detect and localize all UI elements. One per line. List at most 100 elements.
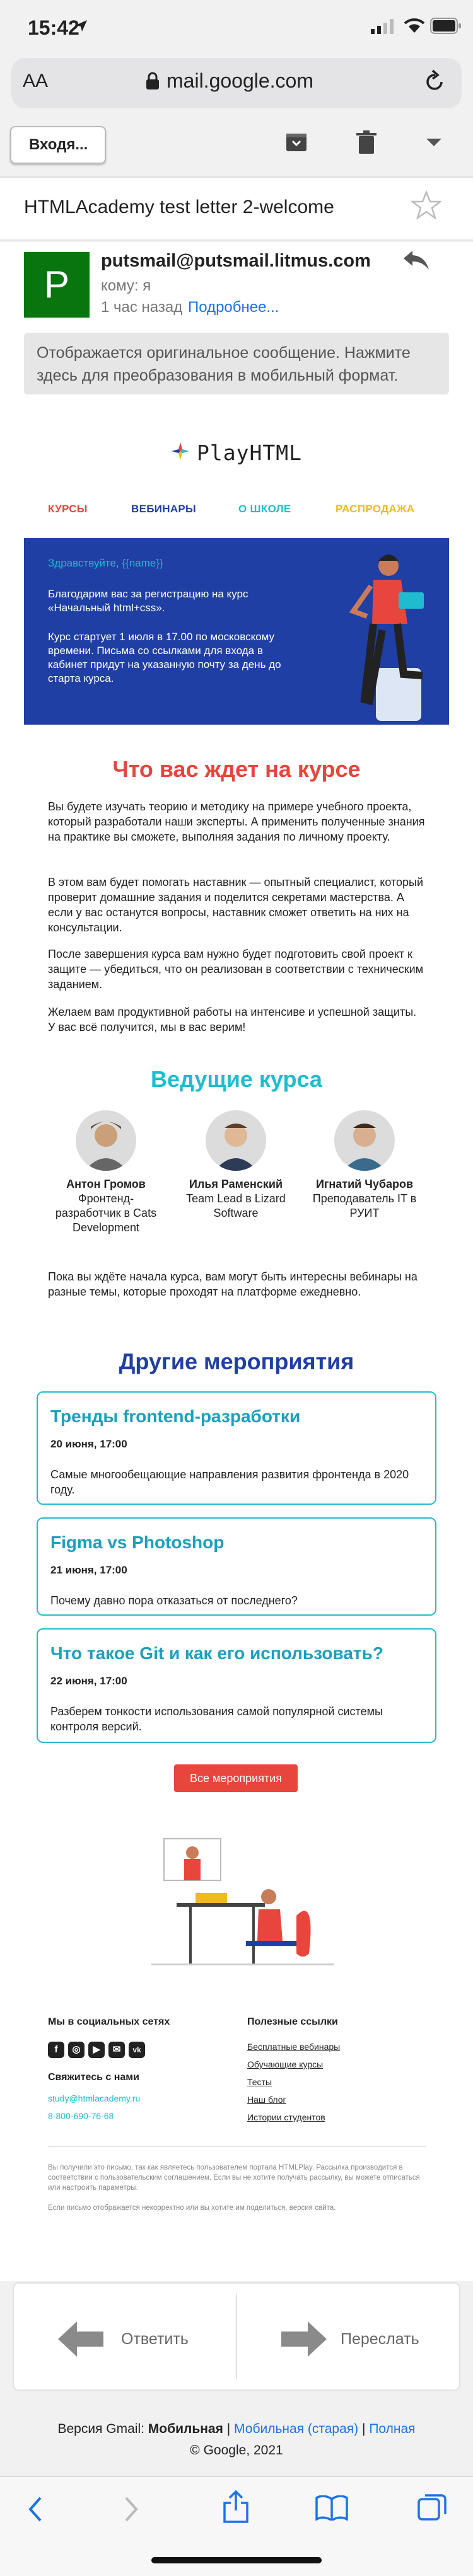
archive-icon[interactable]: [285, 131, 308, 154]
original-message-notice[interactable]: Отображается оригинальное сообщение. Наж…: [24, 333, 449, 394]
wifi-icon: [404, 18, 425, 33]
footer-link[interactable]: Обучающие курсы: [247, 2059, 323, 2069]
playhtml-logo-text: PlayHTML: [197, 440, 302, 465]
footer-disclaimer: Вы получили это письмо, так как являетес…: [48, 2164, 420, 2192]
expect-paragraph-3: После завершения курса вам нужно будет п…: [48, 948, 424, 991]
version-separator: |: [362, 2422, 366, 2436]
gmail-version-bar: Версия Gmail: Мобильная | Мобильная (ста…: [0, 2418, 473, 2461]
tabs-icon[interactable]: [418, 2493, 447, 2522]
back-arrow-icon[interactable]: [28, 2497, 43, 2522]
version-prefix: Версия Gmail:: [57, 2422, 144, 2436]
status-time: 15:42: [28, 16, 79, 39]
event-card[interactable]: Что такое Git и как его использовать? 22…: [37, 1628, 436, 1743]
event-date: 20 июня, 17:00: [50, 1438, 127, 1450]
star-icon[interactable]: [411, 190, 441, 219]
footer-link[interactable]: Тесты: [247, 2077, 272, 2087]
reply-arrow-icon[interactable]: [58, 2321, 103, 2357]
instagram-icon[interactable]: ◎: [68, 2042, 85, 2058]
reply-forward-divider: [236, 2294, 237, 2379]
youtube-icon[interactable]: ▶: [88, 2042, 105, 2058]
event-card[interactable]: Тренды frontend-разработки 20 июня, 17:0…: [37, 1391, 436, 1505]
teacher-name: Антон Громов: [66, 1178, 146, 1190]
teacher-card: Игнатий Чубаров Преподаватель IT в РУИТ: [307, 1177, 423, 1221]
event-title[interactable]: Тренды frontend-разработки: [50, 1406, 300, 1427]
trash-icon[interactable]: [356, 130, 377, 155]
nav-sale[interactable]: РАСПРОДАЖА: [336, 503, 414, 515]
waiting-text: Пока вы ждёте начала курса, вам могут бы…: [48, 1270, 418, 1298]
footer-link[interactable]: Наш блог: [247, 2095, 286, 2105]
teacher-card: Илья Раменский Team Lead в Lizard Softwa…: [178, 1177, 294, 1221]
version-full-link[interactable]: Полная: [369, 2422, 415, 2436]
teacher-photo: [206, 1110, 266, 1171]
teacher-card: Антон Громов Фронтенд-разработчик в Cats…: [48, 1177, 164, 1235]
nav-sale-label: РАСПРОДАЖА: [336, 503, 415, 515]
avatar: P: [24, 252, 90, 318]
url-text[interactable]: mail.google.com: [166, 69, 313, 93]
expect-paragraph-1: Вы будете изучать теорию и методику на п…: [48, 800, 425, 843]
nav-about[interactable]: О ШКОЛЕ: [238, 503, 291, 515]
nav-webinars[interactable]: ВЕБИНАРЫ: [131, 503, 196, 515]
nav-courses[interactable]: КУРСЫ: [48, 503, 88, 515]
details-link[interactable]: Подробнее...: [188, 299, 279, 316]
version-old-link[interactable]: Мобильная (старая): [234, 2422, 358, 2436]
footer-link[interactable]: Истории студентов: [247, 2112, 325, 2122]
sender-email: putsmail@putsmail.litmus.com: [101, 251, 371, 271]
forward-arrow-disabled-icon[interactable]: [124, 2497, 139, 2522]
battery-icon: [430, 18, 461, 34]
teacher-name: Илья Раменский: [189, 1178, 283, 1190]
teacher-photo: [76, 1110, 136, 1171]
links-title: Полезные ссылки: [247, 2016, 338, 2027]
event-date: 21 июня, 17:00: [50, 1564, 127, 1576]
people-illustration: [151, 1838, 334, 1965]
teacher-name: Игнатий Чубаров: [315, 1178, 414, 1190]
teacher-role: Team Lead в Lizard Software: [186, 1192, 286, 1219]
event-date: 22 июня, 17:00: [50, 1675, 127, 1687]
person-laptop-illustration: [349, 555, 424, 721]
event-description: Самые многообещающие направления развити…: [50, 1468, 409, 1496]
event-description: Разберем тонкости использования самой по…: [50, 1705, 383, 1733]
teacher-role: Фронтенд-разработчик в Cats Development: [55, 1192, 157, 1234]
event-title[interactable]: Что такое Git и как его использовать?: [50, 1643, 383, 1664]
reply-button[interactable]: Ответить: [121, 2330, 189, 2349]
nav-webinars-label: ВЕБИНАРЫ: [131, 503, 196, 515]
playhtml-logo-icon: [172, 442, 189, 460]
share-icon[interactable]: [222, 2490, 250, 2523]
expect-paragraph-2: В этом вам будет помогать наставник — оп…: [48, 876, 424, 934]
forward-arrow-icon[interactable]: [281, 2321, 327, 2357]
bookmarks-icon[interactable]: [315, 2495, 348, 2521]
teacher-photo: [334, 1110, 395, 1171]
vk-icon[interactable]: vk: [129, 2042, 145, 2058]
contact-title: Свяжитесь с нами: [48, 2072, 139, 2083]
hero-text-1: Благодарим вас за регистрацию на курс «Н…: [48, 588, 248, 614]
hero-text-2: Курс стартует 1 июля в 17.00 по московск…: [48, 631, 281, 684]
facebook-icon[interactable]: f: [48, 2042, 64, 2058]
nav-courses-label: КУРСЫ: [48, 503, 88, 515]
reload-icon[interactable]: [424, 69, 447, 93]
recipient: кому: я: [101, 277, 151, 294]
mail-icon[interactable]: ✉: [108, 2042, 125, 2058]
all-events-button[interactable]: Все мероприятия: [174, 1764, 298, 1792]
teachers-title: Ведущие курса: [151, 1066, 322, 1092]
lock-icon: [146, 72, 159, 89]
event-description: Почему давно пора отказаться от последне…: [50, 1594, 298, 1607]
forward-button[interactable]: Переслать: [341, 2330, 419, 2349]
back-to-inbox-button[interactable]: Входя...: [10, 126, 106, 164]
event-title[interactable]: Figma vs Photoshop: [50, 1532, 224, 1553]
teacher-role: Преподаватель IT в РУИТ: [312, 1192, 417, 1219]
contact-email[interactable]: study@htmlacademy.ru: [48, 2093, 140, 2103]
time-ago: 1 час назад: [101, 299, 183, 316]
copyright: © Google, 2021: [190, 2443, 283, 2458]
contact-phone[interactable]: 8-800-690-76-68: [48, 2111, 114, 2121]
footer-disclaimer-2: Если письмо отображается некорректно или…: [48, 2204, 336, 2212]
footer-link[interactable]: Бесплатные вебинары: [247, 2042, 340, 2052]
reply-icon[interactable]: [402, 250, 430, 271]
event-card[interactable]: Figma vs Photoshop 21 июня, 17:00 Почему…: [37, 1517, 436, 1616]
hero-greeting: Здравствуйте, {{name}}: [48, 557, 163, 569]
expect-paragraph-4: Желаем вам продуктивной работы на интенс…: [48, 1006, 417, 1033]
social-title: Мы в социальных сетях: [48, 2016, 170, 2027]
home-indicator: [151, 2557, 322, 2563]
events-title: Другие мероприятия: [119, 1348, 354, 1374]
version-separator: |: [226, 2422, 231, 2436]
text-size-button[interactable]: AA: [23, 71, 48, 92]
more-dropdown-icon[interactable]: [426, 139, 441, 147]
